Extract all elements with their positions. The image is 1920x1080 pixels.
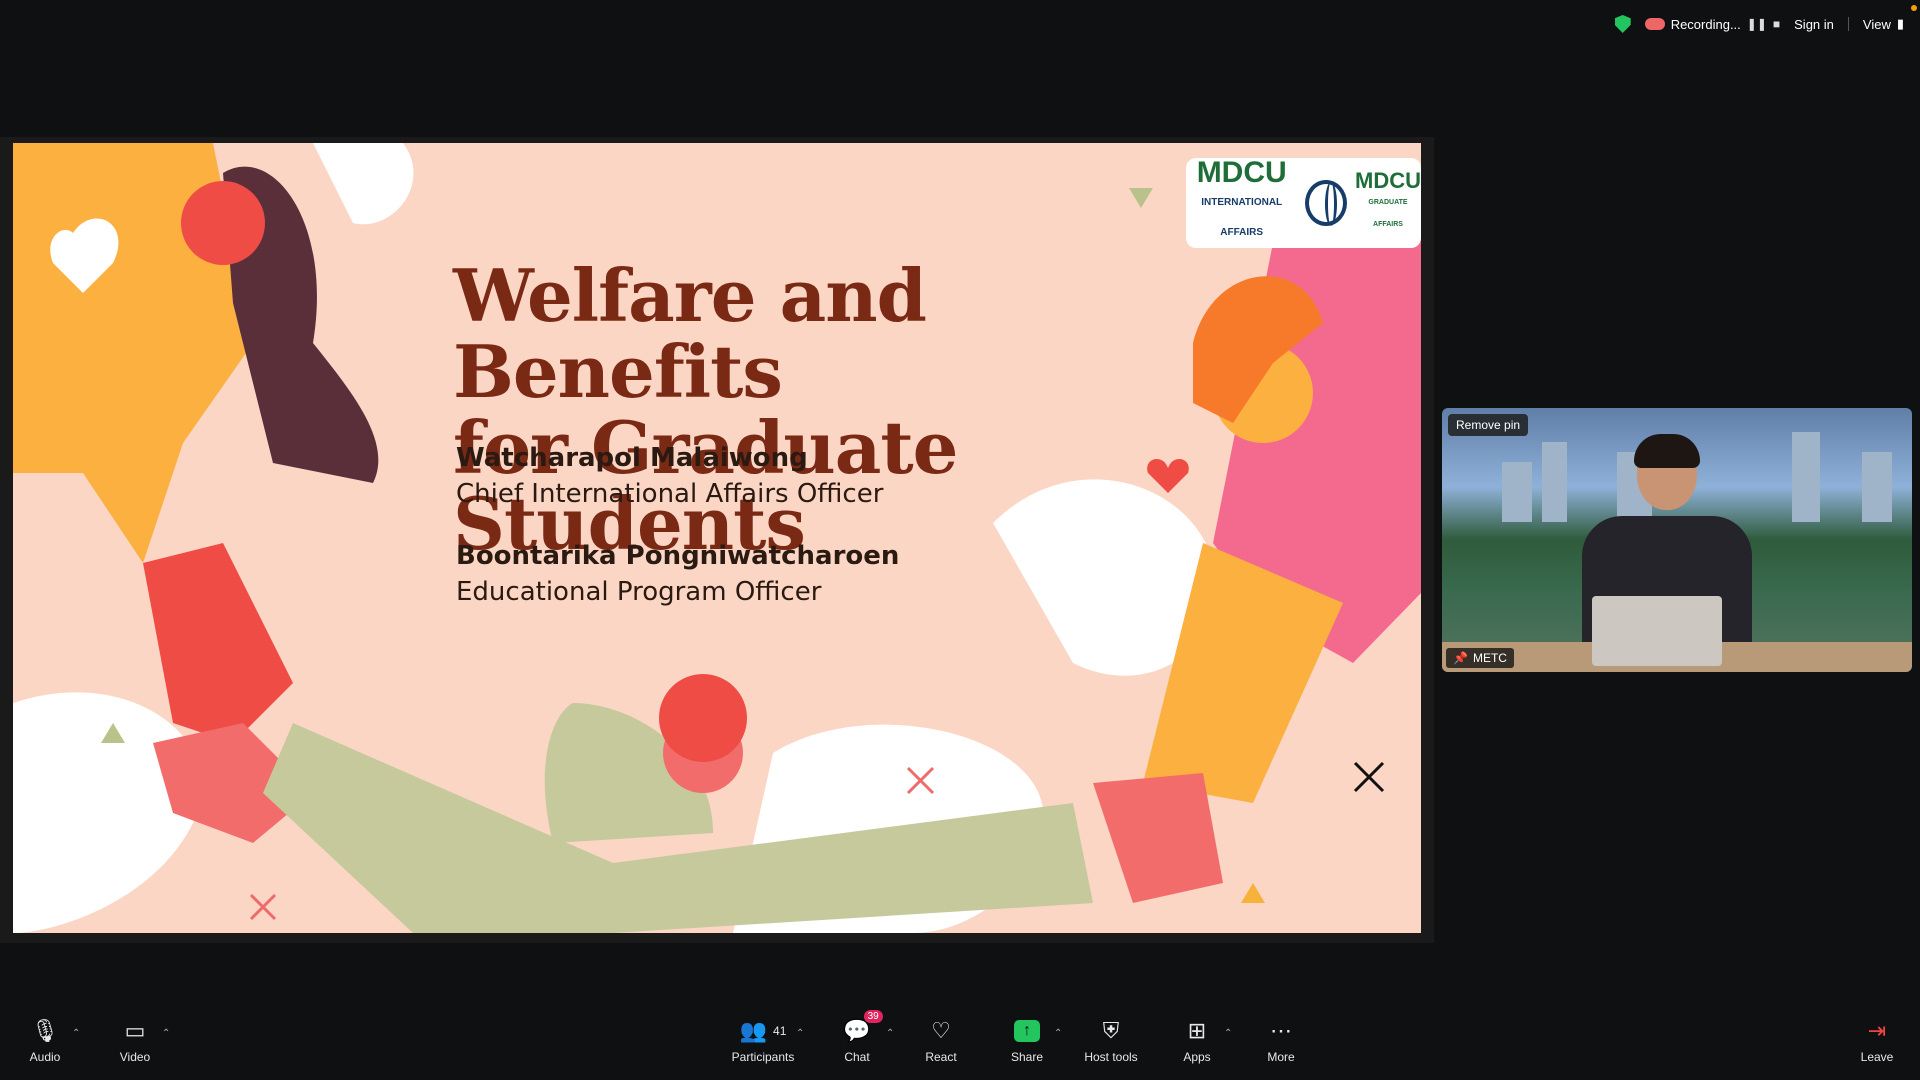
share-options-caret-icon[interactable]: ⌃ xyxy=(1054,1028,1062,1039)
title-line-1: Welfare and Benefits xyxy=(453,253,927,414)
video-label: Video xyxy=(119,1050,151,1064)
audio-label: Audio xyxy=(29,1050,61,1064)
skyline xyxy=(1792,432,1820,522)
participant-name: METC xyxy=(1472,651,1507,665)
view-button[interactable]: View ▮ xyxy=(1863,16,1904,32)
host-tools-button[interactable]: ⛨ Host tools xyxy=(1071,1016,1151,1064)
leave-icon: ⇥ xyxy=(1867,1018,1887,1043)
react-button[interactable]: ♡ React xyxy=(906,1016,976,1064)
security-status[interactable] xyxy=(1614,15,1631,33)
share-button[interactable]: ↑ Share xyxy=(992,1016,1062,1064)
laptop xyxy=(1592,596,1722,666)
participant-name-tag: 📌 METC xyxy=(1446,648,1514,668)
apps-label: Apps xyxy=(1183,1050,1211,1064)
logo1-subtext: INTERNATIONAL AFFAIRS xyxy=(1201,197,1283,238)
recording-indicator[interactable]: Recording... ❚❚ ■ xyxy=(1644,16,1780,32)
apps-icon: ⊞ xyxy=(1187,1018,1207,1043)
presenter-name: Watcharapol Malaiwong xyxy=(456,443,808,473)
participants-button[interactable]: 👥 41 Participants xyxy=(718,1016,808,1064)
chat-button[interactable]: 💬 39 Chat xyxy=(822,1010,892,1064)
audio-options-caret-icon[interactable]: ⌃ xyxy=(72,1028,80,1039)
more-button[interactable]: ⋯ More xyxy=(1246,1016,1316,1064)
meeting-toolbar: 🎙 Audio ⌃ ▭ Video ⌃ 👥 41 Participants ⌃ 💬… xyxy=(0,1000,1920,1080)
skyline xyxy=(1862,452,1892,522)
presenter-name: Boontarika Pongniwatcharoen xyxy=(456,541,900,571)
apps-button[interactable]: ⊞ Apps xyxy=(1162,1016,1232,1064)
shared-slide: MDCU INTERNATIONAL AFFAIRS MDCU GRADUATE… xyxy=(13,143,1421,933)
react-label: React xyxy=(925,1050,957,1064)
presenter-2: Boontarika Pongniwatcharoen Educational … xyxy=(456,541,899,607)
leave-button[interactable]: ⇥ Leave xyxy=(1842,1016,1912,1064)
participants-label: Participants xyxy=(731,1050,795,1064)
slide-title: Welfare and Benefits for Graduate Studen… xyxy=(453,258,1213,562)
participants-icon: 👥 41 xyxy=(739,1018,787,1043)
chat-label: Chat xyxy=(844,1050,870,1064)
skyline xyxy=(1502,462,1532,522)
divider xyxy=(1847,17,1849,31)
view-label: View xyxy=(1862,16,1891,32)
cloud-recording-icon xyxy=(1644,18,1665,30)
pin-icon: 📌 xyxy=(1453,651,1468,665)
logo2-subtext: GRADUATE AFFAIRS xyxy=(1368,199,1408,228)
video-button[interactable]: ▭ Video xyxy=(100,1016,170,1064)
audio-button[interactable]: 🎙 Audio xyxy=(10,1016,80,1064)
slide-logos: MDCU INTERNATIONAL AFFAIRS MDCU GRADUATE… xyxy=(1186,158,1421,248)
heart-icon: ♡ xyxy=(931,1018,951,1043)
microphone-icon: 🎙 xyxy=(31,1018,59,1043)
pause-recording-icon[interactable]: ❚❚ xyxy=(1747,17,1767,31)
view-layout-icon: ▮ xyxy=(1896,16,1904,31)
shield-icon: ⛨ xyxy=(1102,1018,1120,1043)
apps-options-caret-icon[interactable]: ⌃ xyxy=(1224,1028,1232,1039)
stop-recording-icon[interactable]: ■ xyxy=(1773,17,1780,31)
chat-unread-badge: 39 xyxy=(863,1010,883,1023)
video-options-caret-icon[interactable]: ⌃ xyxy=(162,1028,170,1039)
remove-pin-button[interactable]: Remove pin xyxy=(1448,414,1529,436)
notification-dot xyxy=(1911,5,1917,11)
globe-icon xyxy=(1305,180,1347,226)
logo1-text: MDCU xyxy=(1196,156,1287,189)
participant-video-tile[interactable]: Remove pin 📌 METC xyxy=(1442,408,1912,672)
presenter-role: Chief International Affairs Officer xyxy=(456,479,884,509)
presenter-role: Educational Program Officer xyxy=(456,577,822,607)
chat-options-caret-icon[interactable]: ⌃ xyxy=(886,1028,894,1039)
skyline xyxy=(1542,442,1567,522)
presenter-1: Watcharapol Malaiwong Chief Internationa… xyxy=(456,443,883,509)
camera-icon: ▭ xyxy=(124,1018,146,1043)
sign-in-button[interactable]: Sign in xyxy=(1794,17,1834,32)
host-tools-label: Host tools xyxy=(1084,1050,1138,1064)
leave-label: Leave xyxy=(1860,1050,1894,1064)
top-bar: Recording... ❚❚ ■ Sign in View ▮ xyxy=(0,0,1920,48)
share-screen-icon: ↑ xyxy=(1014,1016,1040,1046)
participants-count: 41 xyxy=(773,1024,787,1038)
mdcu-international-logo: MDCU INTERNATIONAL AFFAIRS xyxy=(1186,158,1297,248)
shield-icon xyxy=(1614,15,1631,33)
chat-icon: 💬 39 xyxy=(843,1010,883,1046)
mdcu-graduate-logo: MDCU GRADUATE AFFAIRS xyxy=(1355,170,1421,236)
participants-options-caret-icon[interactable]: ⌃ xyxy=(796,1028,804,1039)
more-label: More xyxy=(1267,1050,1295,1064)
more-icon: ⋯ xyxy=(1270,1018,1292,1043)
share-label: Share xyxy=(1010,1050,1044,1064)
logo2-text: MDCU xyxy=(1355,168,1421,193)
recording-label: Recording... xyxy=(1670,16,1741,32)
